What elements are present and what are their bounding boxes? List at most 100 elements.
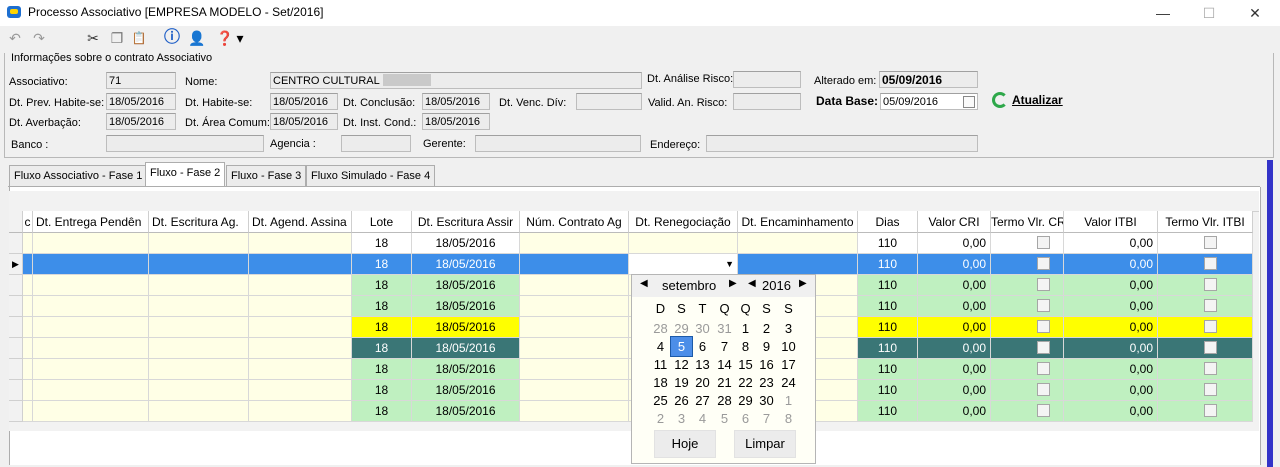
- month-label[interactable]: setembro: [662, 278, 716, 293]
- calendar-day[interactable]: 2: [756, 319, 777, 338]
- banco-field[interactable]: [106, 135, 264, 152]
- calendar-day[interactable]: 7: [714, 337, 735, 356]
- calendar-day[interactable]: 25: [650, 391, 671, 410]
- calendar-day[interactable]: 9: [756, 337, 777, 356]
- termo-checkbox[interactable]: [1204, 278, 1217, 291]
- termo-checkbox[interactable]: [1037, 257, 1050, 270]
- dt-entrega-cell[interactable]: [33, 338, 149, 359]
- row-indicator[interactable]: [9, 233, 23, 254]
- lote-cell[interactable]: 18: [352, 254, 412, 275]
- dt-analise-risco-field[interactable]: [733, 71, 801, 88]
- calendar-day[interactable]: 26: [671, 391, 692, 410]
- num-contrato-cell[interactable]: [520, 275, 629, 296]
- calendar-day[interactable]: 6: [692, 337, 713, 356]
- dias-cell[interactable]: 110: [858, 254, 918, 275]
- row-indicator[interactable]: [9, 317, 23, 338]
- dt-escritura-ag-header[interactable]: Dt. Escritura Ag.: [149, 211, 249, 233]
- lote-cell[interactable]: 18: [352, 275, 412, 296]
- num-contrato-cell[interactable]: [520, 233, 629, 254]
- termo-vlr-itbi-cell[interactable]: [1158, 233, 1253, 254]
- calendar-day[interactable]: 19: [671, 373, 692, 392]
- termo-vlr-cri-cell[interactable]: [991, 359, 1064, 380]
- termo-vlr-itbi-header[interactable]: Termo Vlr. ITBI: [1158, 211, 1253, 233]
- lote-cell[interactable]: 18: [352, 401, 412, 422]
- calendar-day[interactable]: 12: [671, 355, 692, 374]
- dt-agend-assina-cell[interactable]: [249, 275, 352, 296]
- valor-cri-cell[interactable]: 0,00: [918, 296, 991, 317]
- prev-year-icon[interactable]: ◀: [748, 278, 756, 289]
- termo-vlr-itbi-cell[interactable]: [1158, 296, 1253, 317]
- calendar-day[interactable]: 31: [714, 319, 735, 338]
- num-contrato-ag-header[interactable]: Núm. Contrato Ag: [520, 211, 629, 233]
- user-icon[interactable]: 👤: [188, 29, 206, 47]
- calendar-day[interactable]: 3: [778, 319, 799, 338]
- nome-field[interactable]: CENTRO CULTURAL: [270, 72, 642, 89]
- valor-cri-cell[interactable]: 0,00: [918, 233, 991, 254]
- valid-an-risco-field[interactable]: [733, 93, 801, 110]
- termo-checkbox[interactable]: [1037, 299, 1050, 312]
- dt-entrega-cell[interactable]: [33, 359, 149, 380]
- dt-escritura-ag-cell[interactable]: [149, 233, 249, 254]
- dt-entrega-cell[interactable]: [33, 296, 149, 317]
- calendar-day[interactable]: 28: [650, 319, 671, 338]
- termo-checkbox[interactable]: [1204, 299, 1217, 312]
- maximize-button[interactable]: ☐: [1186, 0, 1232, 26]
- dt-escritura-ag-cell[interactable]: [149, 254, 249, 275]
- valor-itbi-cell[interactable]: 0,00: [1064, 401, 1158, 422]
- termo-checkbox[interactable]: [1037, 362, 1050, 375]
- num-contrato-cell[interactable]: [520, 359, 629, 380]
- valor-cri-cell[interactable]: 0,00: [918, 338, 991, 359]
- tab-fase-1[interactable]: Fluxo Associativo - Fase 1: [9, 165, 148, 186]
- calendar-day[interactable]: 17: [778, 355, 799, 374]
- c-cell[interactable]: [23, 359, 33, 380]
- valor-itbi-cell[interactable]: 0,00: [1064, 359, 1158, 380]
- termo-checkbox[interactable]: [1037, 236, 1050, 249]
- dt-renegociacao-header[interactable]: Dt. Renegociação: [629, 211, 738, 233]
- c-cell[interactable]: [23, 338, 33, 359]
- dias-cell[interactable]: 110: [858, 338, 918, 359]
- dt-escritura-assin-cell[interactable]: 18/05/2016: [412, 254, 520, 275]
- num-contrato-cell[interactable]: [520, 380, 629, 401]
- termo-vlr-itbi-cell[interactable]: [1158, 275, 1253, 296]
- termo-checkbox[interactable]: [1204, 383, 1217, 396]
- dt-entrega-cell[interactable]: [33, 275, 149, 296]
- calendar-day[interactable]: 10: [778, 337, 799, 356]
- termo-checkbox[interactable]: [1204, 404, 1217, 417]
- dt-habite-field[interactable]: 18/05/2016: [270, 93, 338, 110]
- dt-escritura-assin-cell[interactable]: 18/05/2016: [412, 233, 520, 254]
- calendar-day[interactable]: 13: [692, 355, 713, 374]
- lote-cell[interactable]: 18: [352, 338, 412, 359]
- termo-checkbox[interactable]: [1204, 257, 1217, 270]
- dias-cell[interactable]: 110: [858, 359, 918, 380]
- calendar-day[interactable]: 22: [735, 373, 756, 392]
- row-indicator[interactable]: [9, 296, 23, 317]
- calendar-day[interactable]: 20: [692, 373, 713, 392]
- termo-checkbox[interactable]: [1037, 341, 1050, 354]
- table-row[interactable]: 18 18/05/2016 110 0,00 0,00: [23, 233, 1255, 254]
- termo-checkbox[interactable]: [1037, 320, 1050, 333]
- num-contrato-cell[interactable]: [520, 338, 629, 359]
- termo-vlr-cri-cell[interactable]: [991, 401, 1064, 422]
- calendar-day[interactable]: 6: [735, 409, 756, 428]
- dias-cell[interactable]: 110: [858, 275, 918, 296]
- atualizar-button[interactable]: Atualizar: [1012, 93, 1063, 107]
- dt-encaminhamento-header[interactable]: Dt. Encaminhamento: [738, 211, 858, 233]
- termo-vlr-itbi-cell[interactable]: [1158, 401, 1253, 422]
- calendar-day[interactable]: 18: [650, 373, 671, 392]
- calendar-day[interactable]: 28: [714, 391, 735, 410]
- today-button[interactable]: Hoje: [654, 430, 716, 458]
- dt-agend-assina-header[interactable]: Dt. Agend. Assina: [249, 211, 352, 233]
- termo-checkbox[interactable]: [1204, 236, 1217, 249]
- data-base-input[interactable]: 05/09/2016: [880, 93, 978, 110]
- dt-entrega-pendencia-header[interactable]: Dt. Entrega Pendên: [33, 211, 149, 233]
- valor-itbi-cell[interactable]: 0,00: [1064, 338, 1158, 359]
- dropdown-arrow-icon[interactable]: ▼: [725, 254, 734, 274]
- dt-agend-assina-cell[interactable]: [249, 401, 352, 422]
- info-icon[interactable]: ⓘ: [163, 29, 181, 47]
- valor-itbi-cell[interactable]: 0,00: [1064, 275, 1158, 296]
- termo-vlr-cri-cell[interactable]: [991, 254, 1064, 275]
- row-indicator[interactable]: [9, 380, 23, 401]
- dt-agend-assina-cell[interactable]: [249, 233, 352, 254]
- termo-vlr-cri-cell[interactable]: [991, 233, 1064, 254]
- dt-encaminhamento-cell[interactable]: [738, 233, 858, 254]
